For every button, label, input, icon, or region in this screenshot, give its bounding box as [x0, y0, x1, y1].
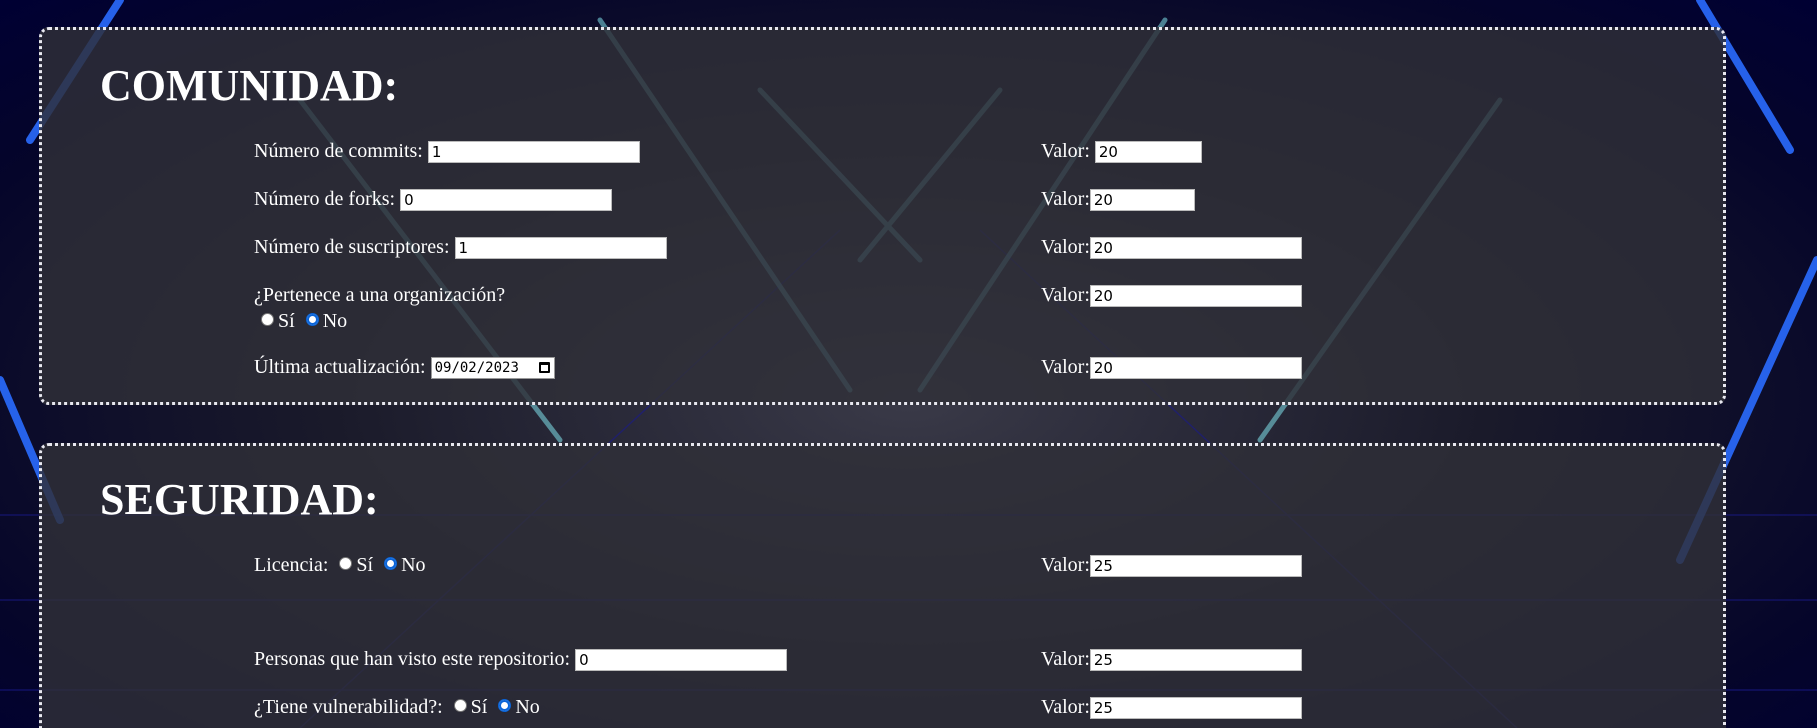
actualizacion-label: Última actualización:	[254, 356, 426, 378]
actualizacion-date-value: 09/02/2023	[434, 360, 519, 377]
suscriptores-input[interactable]	[454, 237, 667, 260]
organizacion-no-radio[interactable]	[305, 313, 319, 326]
actualizacion-date-input[interactable]: 09/02/2023	[430, 357, 555, 380]
vulnerabilidad-no-radio[interactable]	[498, 699, 512, 712]
actualizacion-valor-input[interactable]	[1089, 357, 1302, 380]
licencia-si-radio[interactable]	[339, 557, 353, 570]
licencia-valor-row: Valor:	[1041, 553, 1302, 578]
forks-valor-row: Valor:	[1041, 187, 1195, 212]
organizacion-si-radio[interactable]	[261, 313, 274, 326]
actualizacion-valor-row: Valor:	[1041, 355, 1302, 380]
suscriptores-valor-input[interactable]	[1089, 237, 1302, 260]
visto-valor-input[interactable]	[1089, 649, 1302, 672]
seguridad-title: SEGURIDAD:	[100, 475, 379, 524]
vulnerabilidad-valor-row: Valor:	[1041, 695, 1302, 720]
commits-valor-input[interactable]	[1094, 141, 1202, 164]
forks-label: Número de forks:	[254, 188, 396, 210]
commits-input[interactable]	[427, 141, 640, 164]
forks-valor-label: Valor:	[1041, 188, 1090, 210]
organizacion-valor-input[interactable]	[1089, 285, 1302, 308]
vulnerabilidad-row: ¿Tiene vulnerabilidad?: Sí No	[254, 695, 540, 719]
vulnerabilidad-valor-label: Valor:	[1041, 696, 1090, 718]
vulnerabilidad-si-radio[interactable]	[453, 699, 467, 712]
suscriptores-valor-row: Valor:	[1041, 235, 1302, 260]
licencia-si-label: Sí	[356, 554, 374, 576]
actualizacion-row: Última actualización: 09/02/2023	[254, 355, 555, 380]
commits-valor-label: Valor:	[1041, 140, 1090, 162]
forks-valor-input[interactable]	[1089, 189, 1195, 212]
suscriptores-valor-label: Valor:	[1041, 236, 1090, 258]
commits-valor-row: Valor:	[1041, 139, 1202, 164]
vulnerabilidad-valor-input[interactable]	[1089, 697, 1302, 720]
vulnerabilidad-no-label: No	[515, 696, 540, 718]
seguridad-panel: SEGURIDAD: Licencia: Sí No Valor: Person…	[39, 443, 1726, 728]
visto-valor-label: Valor:	[1041, 648, 1090, 670]
suscriptores-label: Número de suscriptores:	[254, 236, 450, 258]
organizacion-si-label: Sí	[278, 310, 295, 332]
visto-valor-row: Valor:	[1041, 647, 1302, 672]
vulnerabilidad-label: ¿Tiene vulnerabilidad?:	[254, 696, 443, 718]
comunidad-panel: COMUNIDAD: Número de commits: Valor: Núm…	[39, 27, 1726, 405]
calendar-icon[interactable]	[538, 362, 550, 374]
organizacion-valor-row: Valor:	[1041, 283, 1302, 308]
organizacion-label: ¿Pertenece a una organización?	[254, 284, 506, 306]
visto-input[interactable]	[575, 649, 788, 672]
licencia-no-label: No	[401, 554, 426, 576]
licencia-no-radio[interactable]	[384, 557, 398, 570]
suscriptores-row: Número de suscriptores:	[254, 235, 667, 260]
commits-label: Número de commits:	[254, 140, 423, 162]
licencia-label: Licencia:	[254, 554, 329, 576]
vulnerabilidad-si-label: Sí	[470, 696, 488, 718]
commits-row: Número de commits:	[254, 139, 640, 164]
organizacion-valor-label: Valor:	[1041, 284, 1090, 306]
visto-row: Personas que han visto este repositorio:	[254, 647, 788, 672]
actualizacion-valor-label: Valor:	[1041, 356, 1090, 378]
licencia-valor-input[interactable]	[1089, 555, 1302, 578]
licencia-row: Licencia: Sí No	[254, 553, 426, 577]
visto-label: Personas que han visto este repositorio:	[254, 648, 571, 670]
organizacion-row: ¿Pertenece a una organización? Sí No	[254, 283, 505, 333]
forks-row: Número de forks:	[254, 187, 613, 212]
organizacion-no-label: No	[322, 310, 348, 332]
comunidad-title: COMUNIDAD:	[100, 61, 399, 110]
forks-input[interactable]	[400, 189, 613, 212]
licencia-valor-label: Valor:	[1041, 554, 1090, 576]
